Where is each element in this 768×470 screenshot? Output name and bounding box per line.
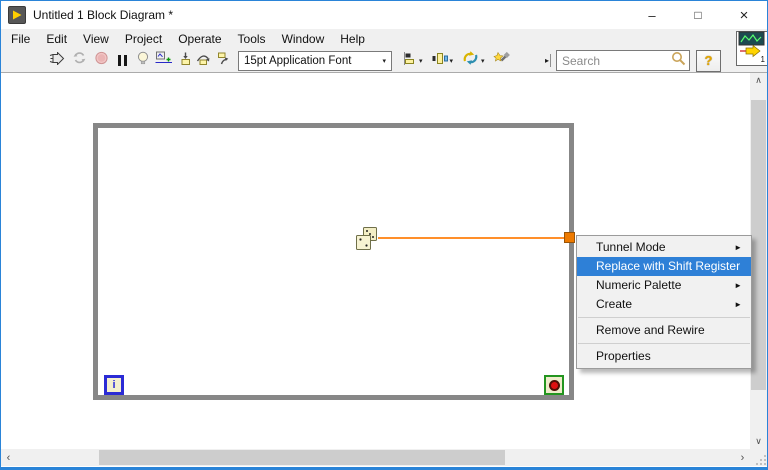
iteration-terminal[interactable]: i <box>104 375 124 395</box>
menu-separator <box>578 343 750 344</box>
labview-block-diagram-window: Untitled 1 Block Diagram * – □ × File Ed… <box>0 0 768 470</box>
toolbar: 15pt Application Font ▾ ▾ ▾ ▾ ▸ Search ? <box>1 49 767 73</box>
menu-edit[interactable]: Edit <box>38 29 75 49</box>
search-icon <box>671 51 686 71</box>
menu-item-remove-and-rewire[interactable]: Remove and Rewire <box>577 321 751 340</box>
abort-button[interactable] <box>94 51 109 71</box>
run-continuously-button[interactable] <box>72 51 87 71</box>
highlight-execution-button[interactable] <box>136 51 150 71</box>
loop-tunnel[interactable] <box>564 232 575 243</box>
resize-objects-icon <box>462 51 479 70</box>
toolbar-overflow-control[interactable]: ▸ <box>545 54 551 67</box>
overflow-chevron-icon: ▸ <box>544 56 549 65</box>
submenu-arrow-icon: ► <box>734 281 742 290</box>
menu-project[interactable]: Project <box>117 29 170 49</box>
menu-item-create[interactable]: Create ► <box>577 295 751 314</box>
search-input[interactable] <box>560 52 671 69</box>
menu-window[interactable]: Window <box>274 29 333 49</box>
stop-if-true-icon <box>548 379 560 391</box>
run-continuously-icon <box>72 51 87 70</box>
loop-condition-terminal[interactable] <box>544 375 564 395</box>
window-controls: – □ × <box>629 1 767 29</box>
distribute-objects-button[interactable]: ▾ <box>432 51 454 71</box>
vertical-scroll-thumb[interactable] <box>751 100 766 390</box>
resize-objects-button[interactable]: ▾ <box>462 51 485 71</box>
search-box <box>556 50 690 71</box>
help-question-icon: ? <box>704 53 713 68</box>
vi-icon-button[interactable]: 1 <box>736 31 767 66</box>
align-objects-icon <box>401 51 417 70</box>
menu-item-numeric-palette[interactable]: Numeric Palette ► <box>577 276 751 295</box>
maximize-button[interactable]: □ <box>675 1 721 29</box>
submenu-arrow-icon: ► <box>734 243 742 252</box>
chevron-down-icon: ▾ <box>449 57 454 65</box>
menu-view[interactable]: View <box>75 29 117 49</box>
menu-separator <box>578 317 750 318</box>
menu-file[interactable]: File <box>3 29 38 49</box>
scroll-down-icon[interactable]: ∨ <box>750 434 767 449</box>
reorder-brush-icon <box>492 51 510 70</box>
submenu-arrow-icon: ► <box>734 300 742 309</box>
retain-wire-values-button[interactable] <box>155 51 173 71</box>
vi-number-label: 1 <box>760 55 765 64</box>
step-into-button[interactable] <box>178 51 191 71</box>
menu-tools[interactable]: Tools <box>230 29 274 49</box>
close-button[interactable]: × <box>721 1 767 29</box>
run-icon <box>49 50 65 70</box>
vertical-scrollbar[interactable]: ∧ ∨ <box>750 73 767 449</box>
titlebar: Untitled 1 Block Diagram * – □ × <box>1 1 767 29</box>
menu-item-tunnel-mode[interactable]: Tunnel Mode ► <box>577 238 751 257</box>
lightbulb-icon <box>136 51 150 70</box>
while-loop-structure[interactable] <box>93 123 574 400</box>
dice-icon <box>356 227 377 250</box>
resize-grip-icon <box>756 455 766 465</box>
resize-grip[interactable] <box>750 449 767 466</box>
menu-help[interactable]: Help <box>332 29 373 49</box>
minimize-button[interactable]: – <box>629 1 675 29</box>
context-help-button[interactable]: ? <box>696 49 721 72</box>
context-menu: Tunnel Mode ► Replace with Shift Registe… <box>576 235 752 369</box>
pause-button[interactable] <box>118 51 127 71</box>
step-into-icon <box>178 52 191 70</box>
step-out-icon <box>215 52 229 70</box>
reorder-button[interactable] <box>492 51 510 71</box>
labview-app-icon <box>8 6 26 24</box>
scroll-left-icon[interactable]: ‹ <box>1 449 16 466</box>
abort-icon <box>94 51 109 70</box>
horizontal-scrollbar[interactable]: ‹ › <box>1 449 750 466</box>
step-out-button[interactable] <box>215 51 229 71</box>
probe-icon <box>155 51 173 70</box>
scroll-right-icon[interactable]: › <box>735 449 750 466</box>
pause-icon <box>118 55 127 66</box>
scroll-up-icon[interactable]: ∧ <box>750 73 767 88</box>
chevron-down-icon: ▾ <box>382 57 386 65</box>
step-over-button[interactable] <box>196 51 210 71</box>
menu-item-replace-with-shift-register[interactable]: Replace with Shift Register <box>577 257 751 276</box>
window-title: Untitled 1 Block Diagram * <box>33 8 174 22</box>
align-objects-button[interactable]: ▾ <box>401 51 423 71</box>
font-selector[interactable]: 15pt Application Font ▾ <box>238 50 392 71</box>
menubar: File Edit View Project Operate Tools Win… <box>1 29 767 49</box>
orange-dbl-wire[interactable] <box>378 237 566 239</box>
menu-item-properties[interactable]: Properties <box>577 347 751 366</box>
chevron-down-icon: ▾ <box>481 57 485 65</box>
run-button[interactable] <box>49 50 65 71</box>
font-selector-value: 15pt Application Font <box>244 54 352 67</box>
distribute-objects-icon <box>432 52 448 70</box>
step-over-icon <box>196 52 210 70</box>
horizontal-scroll-thumb[interactable] <box>99 450 505 465</box>
random-number-function[interactable] <box>356 227 379 250</box>
iteration-terminal-label: i <box>112 379 116 391</box>
chevron-down-icon: ▾ <box>419 57 423 65</box>
menu-operate[interactable]: Operate <box>170 29 229 49</box>
